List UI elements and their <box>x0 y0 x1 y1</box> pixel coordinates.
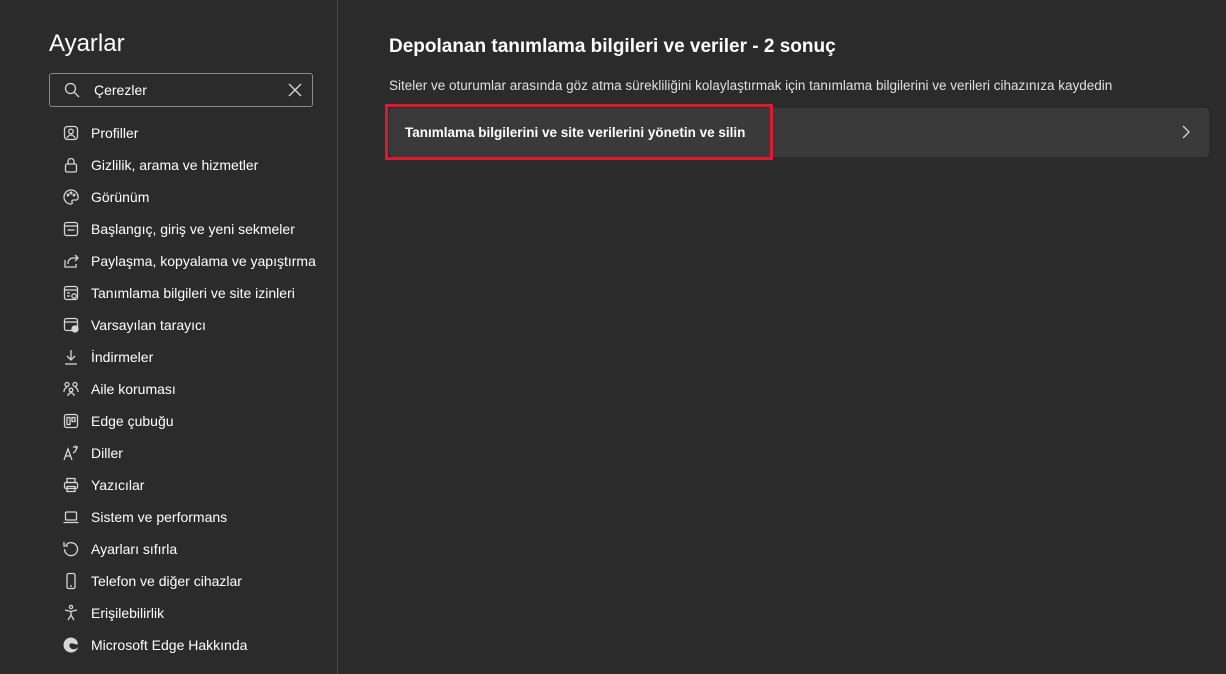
sidebar-item-family[interactable]: Aile koruması <box>49 373 329 405</box>
sidebar-item-privacy[interactable]: Gizlilik, arama ve hizmetler <box>49 149 329 181</box>
sidebar: Ayarlar Profiller Gizlilik, arama ve hiz… <box>0 0 338 674</box>
edge-logo-icon <box>61 635 81 655</box>
sidebar-item-accessibility[interactable]: Erişilebilirlik <box>49 597 329 629</box>
section-description: Siteler ve oturumlar arasında göz atma s… <box>389 78 1113 93</box>
settings-title: Ayarlar <box>49 30 125 57</box>
sidebar-item-phone[interactable]: Telefon ve diğer cihazlar <box>49 565 329 597</box>
sidebar-item-start[interactable]: Başlangıç, giriş ve yeni sekmeler <box>49 213 329 245</box>
sidebar-item-label: Görünüm <box>91 189 150 205</box>
page-title: Depolanan tanımlama bilgileri ve veriler… <box>389 36 836 57</box>
sidebar-item-label: Gizlilik, arama ve hizmetler <box>91 157 259 173</box>
share-icon <box>61 251 81 271</box>
laptop-icon <box>61 507 81 527</box>
default-browser-icon <box>61 315 81 335</box>
new-tab-icon <box>61 219 81 239</box>
sidebar-item-label: Telefon ve diğer cihazlar <box>91 573 242 589</box>
sidebar-item-edge-bar[interactable]: Edge çubuğu <box>49 405 329 437</box>
sidebar-item-label: Edge çubuğu <box>91 413 174 429</box>
manage-cookies-card[interactable]: Tanımlama bilgilerini ve site verilerini… <box>389 108 1209 157</box>
sidebar-item-reset[interactable]: Ayarları sıfırla <box>49 533 329 565</box>
language-icon <box>61 443 81 463</box>
sidebar-item-label: Başlangıç, giriş ve yeni sekmeler <box>91 221 295 237</box>
sidebar-item-label: Paylaşma, kopyalama ve yapıştırma <box>91 253 316 269</box>
sidebar-item-label: Varsayılan tarayıcı <box>91 317 206 333</box>
sidebar-item-label: İndirmeler <box>91 349 154 365</box>
sidebar-item-appearance[interactable]: Görünüm <box>49 181 329 213</box>
printer-icon <box>61 475 81 495</box>
site-permissions-icon <box>61 283 81 303</box>
sidebar-item-label: Sistem ve performans <box>91 509 228 525</box>
phone-icon <box>61 571 81 591</box>
sidebar-item-printers[interactable]: Yazıcılar <box>49 469 329 501</box>
sidebar-item-label: Tanımlama bilgileri ve site izinleri <box>91 285 295 301</box>
edge-bar-icon <box>61 411 81 431</box>
sidebar-item-system[interactable]: Sistem ve performans <box>49 501 329 533</box>
search-input[interactable] <box>94 80 274 100</box>
sidebar-item-about[interactable]: Microsoft Edge Hakkında <box>49 629 329 661</box>
sidebar-item-label: Microsoft Edge Hakkında <box>91 637 248 653</box>
sidebar-item-label: Yazıcılar <box>91 477 145 493</box>
search-icon <box>64 82 80 98</box>
sidebar-item-languages[interactable]: Diller <box>49 437 329 469</box>
reset-icon <box>61 539 81 559</box>
palette-icon <box>61 187 81 207</box>
sidebar-item-default-browser[interactable]: Varsayılan tarayıcı <box>49 309 329 341</box>
chevron-right-icon <box>1182 125 1190 139</box>
family-icon <box>61 379 81 399</box>
manage-cookies-label: Tanımlama bilgilerini ve site verilerini… <box>405 125 746 140</box>
sidebar-item-label: Ayarları sıfırla <box>91 541 178 557</box>
lock-icon <box>61 155 81 175</box>
download-icon <box>61 347 81 367</box>
sidebar-item-label: Erişilebilirlik <box>91 605 165 621</box>
sidebar-nav: Profiller Gizlilik, arama ve hizmetler G… <box>49 117 329 661</box>
sidebar-item-profiles[interactable]: Profiller <box>49 117 329 149</box>
search-box[interactable] <box>49 73 313 107</box>
sidebar-item-downloads[interactable]: İndirmeler <box>49 341 329 373</box>
accessibility-icon <box>61 603 81 623</box>
profile-icon <box>61 123 81 143</box>
sidebar-item-label: Profiller <box>91 125 139 141</box>
sidebar-item-label: Aile koruması <box>91 381 176 397</box>
sidebar-item-label: Diller <box>91 445 123 461</box>
sidebar-item-share[interactable]: Paylaşma, kopyalama ve yapıştırma <box>49 245 329 277</box>
close-icon[interactable] <box>287 82 303 98</box>
sidebar-item-cookies[interactable]: Tanımlama bilgileri ve site izinleri <box>49 277 329 309</box>
